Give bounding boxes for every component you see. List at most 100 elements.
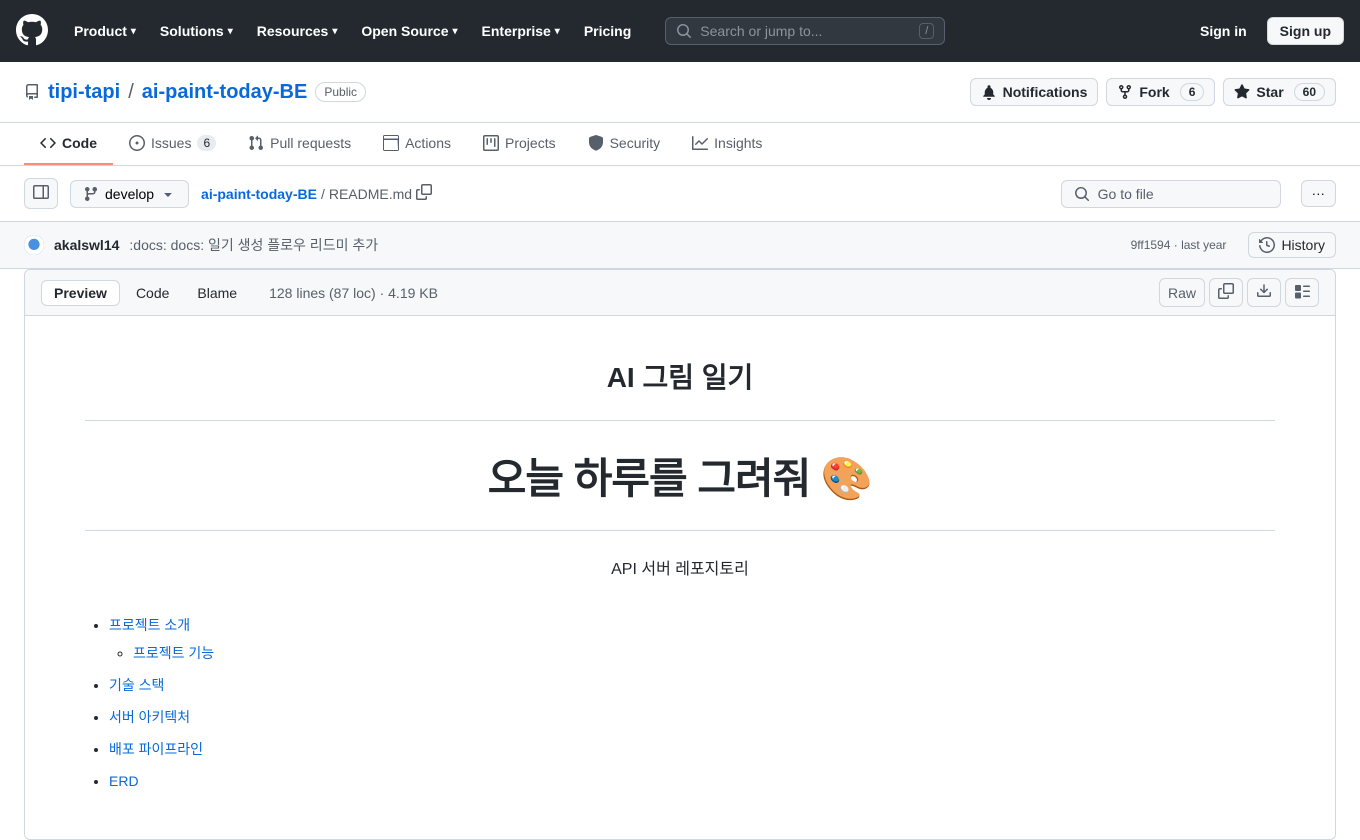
fork-count: 6 [1180, 83, 1205, 101]
signup-button[interactable]: Sign up [1267, 17, 1344, 45]
tab-projects[interactable]: Projects [467, 123, 572, 165]
list-link[interactable]: 기술 스택 [109, 677, 164, 693]
projects-icon [483, 135, 499, 151]
raw-button[interactable]: Raw [1159, 278, 1205, 307]
repo-title: tipi-tapi / ai-paint-today-BE Public [24, 81, 366, 104]
search-icon [676, 23, 692, 39]
readme-divider-mid [85, 530, 1275, 531]
tab-actions[interactable]: Actions [367, 123, 467, 165]
tab-issues[interactable]: Issues 6 [113, 123, 232, 165]
more-options-button[interactable]: ··· [1301, 180, 1336, 207]
code-icon [40, 135, 56, 151]
security-icon [588, 135, 604, 151]
breadcrumb-repo-link[interactable]: ai-paint-today-BE [201, 186, 317, 202]
file-toolbar-actions: Raw [1159, 278, 1319, 307]
history-icon [1259, 237, 1275, 253]
nav-pricing[interactable]: Pricing [574, 15, 641, 47]
tab-insights[interactable]: Insights [676, 123, 778, 165]
chevron-down-icon: ▾ [453, 26, 458, 37]
nav-open-source[interactable]: Open Source ▾ [351, 15, 467, 47]
main-nav: Product ▾ Solutions ▾ Resources ▾ Open S… [64, 15, 641, 47]
readme-title: AI 그림 일기 [85, 356, 1275, 396]
branch-selector[interactable]: develop [70, 180, 189, 208]
avatar [24, 235, 44, 255]
chevron-down-icon [160, 186, 176, 202]
chevron-down-icon: ▾ [332, 26, 337, 37]
code-tab-button[interactable]: Code [124, 281, 181, 305]
list-item: 프로젝트 소개 프로젝트 기능 [109, 611, 1275, 667]
nav-resources[interactable]: Resources ▾ [247, 15, 348, 47]
list-item: 기술 스택 [109, 671, 1275, 699]
commit-author[interactable]: akalswl14 [54, 237, 119, 253]
signin-button[interactable]: Sign in [1188, 15, 1259, 47]
tab-pull-requests[interactable]: Pull requests [232, 123, 367, 165]
repo-owner-link[interactable]: tipi-tapi [48, 81, 120, 104]
copy-path-button[interactable] [416, 184, 432, 203]
branch-icon [83, 186, 99, 202]
file-toolbar: Preview Code Blame 128 lines (87 loc) · … [25, 270, 1335, 316]
actions-icon [383, 135, 399, 151]
list-link[interactable]: 프로젝트 소개 [109, 617, 190, 633]
github-logo[interactable] [16, 14, 48, 49]
chevron-down-icon: ▾ [228, 26, 233, 37]
readme-subtitle-big: 오늘 하루를 그려줘 🎨 [85, 445, 1275, 506]
commit-hash: 9ff1594 · last year [1131, 238, 1227, 252]
nav-product[interactable]: Product ▾ [64, 15, 146, 47]
repo-actions: Notifications Fork 6 Star 60 [970, 78, 1336, 106]
fork-button[interactable]: Fork 6 [1106, 78, 1215, 106]
file-meta: 128 lines (87 loc) · 4.19 KB [269, 285, 438, 301]
issues-badge: 6 [197, 135, 216, 151]
file-nav: develop ai-paint-today-BE / README.md Go… [0, 166, 1360, 222]
breadcrumb-file: README.md [329, 186, 412, 202]
repo-icon [24, 84, 40, 100]
issues-icon [129, 135, 145, 151]
tab-security[interactable]: Security [572, 123, 677, 165]
bell-icon [981, 84, 997, 100]
breadcrumb: ai-paint-today-BE / README.md [201, 184, 432, 203]
search-container: / [665, 17, 945, 45]
visibility-badge: Public [315, 82, 366, 102]
go-to-file-button[interactable]: Go to file [1061, 180, 1281, 208]
fork-icon [1117, 84, 1133, 100]
header-actions: Sign in Sign up [1188, 15, 1344, 47]
repo-tabs: Code Issues 6 Pull requests Actions Proj… [0, 123, 1360, 166]
history-button[interactable]: History [1248, 232, 1336, 258]
main-header: Product ▾ Solutions ▾ Resources ▾ Open S… [0, 0, 1360, 62]
tab-code[interactable]: Code [24, 123, 113, 165]
copy-raw-button[interactable] [1209, 278, 1243, 307]
list-link[interactable]: 배포 파이프라인 [109, 741, 203, 757]
repo-name-link[interactable]: ai-paint-today-BE [142, 81, 308, 104]
insights-icon [692, 135, 708, 151]
commit-message: :docs: docs: 일기 생성 플로우 리드미 추가 [129, 235, 378, 255]
download-button[interactable] [1247, 278, 1281, 307]
list-link[interactable]: 프로젝트 기능 [133, 645, 214, 661]
list-item: ERD [109, 767, 1275, 795]
chevron-down-icon: ▾ [555, 26, 560, 37]
blame-tab-button[interactable]: Blame [185, 281, 249, 305]
outline-button[interactable] [1285, 278, 1319, 307]
star-count: 60 [1294, 83, 1325, 101]
notifications-button[interactable]: Notifications [970, 78, 1099, 106]
list-link[interactable]: ERD [109, 773, 139, 789]
chevron-down-icon: ▾ [131, 26, 136, 37]
search-box[interactable]: / [665, 17, 945, 45]
sidebar-toggle-button[interactable] [24, 178, 58, 209]
readme-content: AI 그림 일기 오늘 하루를 그려줘 🎨 API 서버 레포지토리 프로젝트 … [25, 316, 1335, 839]
list-item: 배포 파이프라인 [109, 735, 1275, 763]
search-icon [1074, 186, 1090, 202]
commit-bar: akalswl14 :docs: docs: 일기 생성 플로우 리드미 추가 … [0, 222, 1360, 269]
search-input[interactable] [700, 23, 911, 39]
star-icon [1234, 84, 1250, 100]
star-button[interactable]: Star 60 [1223, 78, 1336, 106]
file-view: Preview Code Blame 128 lines (87 loc) · … [24, 269, 1336, 840]
list-icon [1294, 283, 1310, 299]
nav-solutions[interactable]: Solutions ▾ [150, 15, 243, 47]
list-item: 프로젝트 기능 [133, 639, 1275, 667]
sidebar-icon [33, 184, 49, 200]
nav-enterprise[interactable]: Enterprise ▾ [472, 15, 570, 47]
repo-header: tipi-tapi / ai-paint-today-BE Public Not… [0, 62, 1360, 123]
list-link[interactable]: 서버 아키텍처 [109, 709, 190, 725]
readme-subtitle-small: API 서버 레포지토리 [85, 555, 1275, 579]
preview-tab-button[interactable]: Preview [41, 280, 120, 306]
keyboard-shortcut: / [919, 23, 934, 39]
